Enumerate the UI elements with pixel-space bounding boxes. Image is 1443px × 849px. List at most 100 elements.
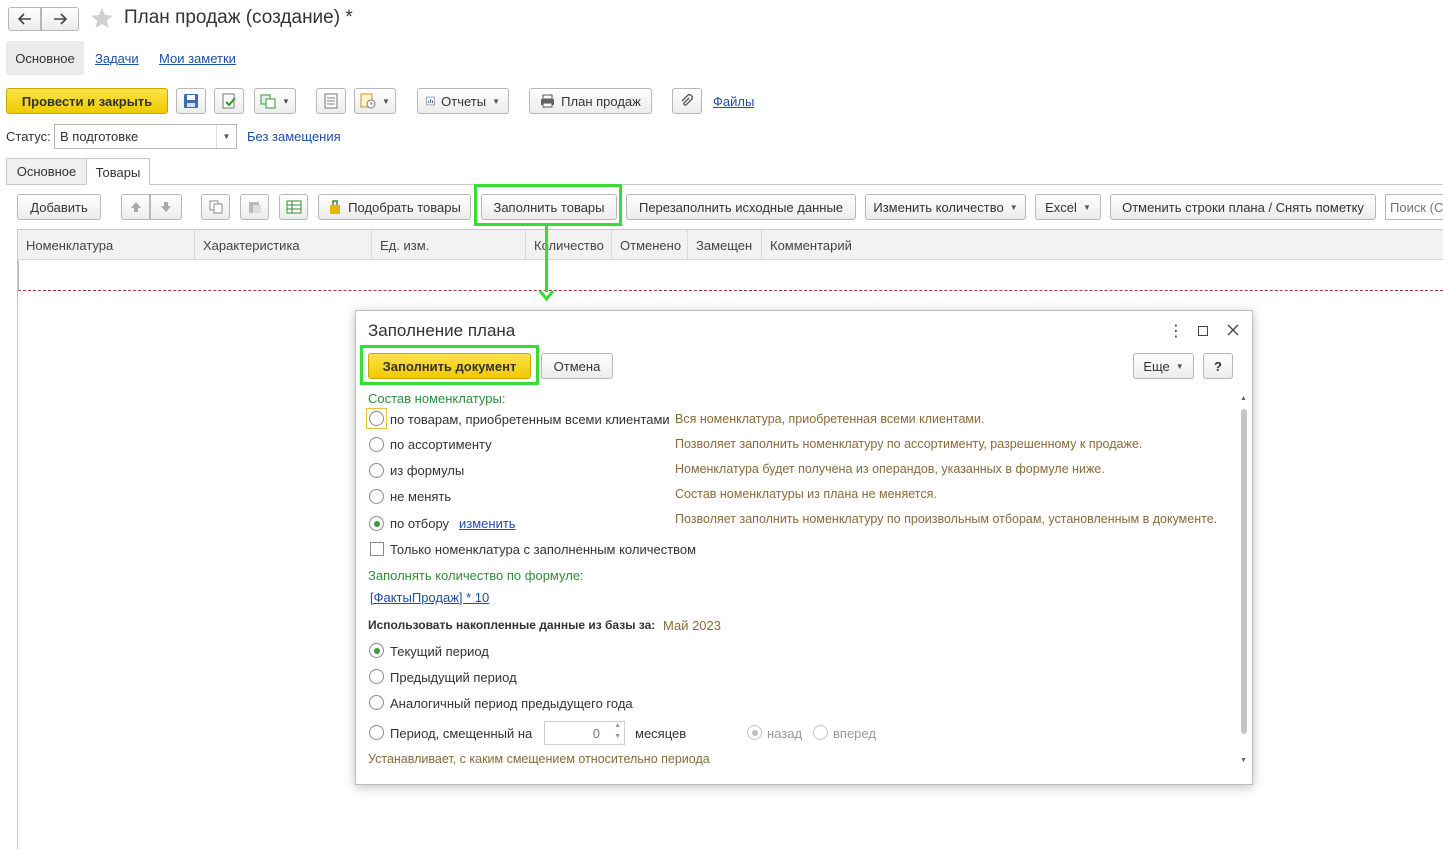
pick-goods-button[interactable]: Подобрать товары	[318, 194, 471, 220]
paste-button[interactable]	[240, 194, 269, 220]
tab-tasks[interactable]: Задачи	[95, 51, 139, 66]
current-period-label[interactable]: Текущий период	[390, 644, 489, 659]
files-link[interactable]: Файлы	[713, 94, 754, 109]
scrollbar-thumb[interactable]	[1241, 409, 1247, 734]
change-filter-link[interactable]: изменить	[459, 516, 516, 531]
cancel-button[interactable]: Отмена	[541, 353, 613, 379]
post-button[interactable]	[214, 88, 244, 114]
paste-icon	[248, 200, 262, 214]
radio-all-clients[interactable]	[369, 411, 384, 426]
change-quantity-button[interactable]: Изменить количество ▼	[865, 194, 1026, 220]
previous-period-label[interactable]: Предыдущий период	[390, 670, 517, 685]
fill-goods-highlight	[474, 184, 622, 226]
col-cancelled[interactable]: Отменено	[612, 230, 688, 260]
col-characteristic[interactable]: Характеристика	[195, 230, 372, 260]
option-all-clients-label[interactable]: по товарам, приобретенным всеми клиентам…	[390, 412, 670, 427]
chevron-down-icon: ▼	[1083, 203, 1091, 212]
save-icon	[183, 93, 199, 109]
back-label[interactable]: назад	[767, 726, 802, 741]
excel-label: Excel	[1045, 200, 1077, 215]
report-icon	[426, 94, 435, 108]
status-value: В подготовке	[55, 129, 216, 144]
radio-assortment[interactable]	[369, 437, 384, 452]
radio-same-period-last-year[interactable]	[369, 695, 384, 710]
post-and-close-button[interactable]: Провести и закрыть	[6, 88, 168, 114]
more-menu-icon[interactable]: ⋮	[1168, 321, 1184, 341]
tab-main[interactable]: Основное	[6, 158, 87, 184]
printer-icon	[540, 94, 555, 108]
search-input[interactable]	[1385, 194, 1443, 220]
forward-button[interactable]	[41, 7, 79, 31]
create-based-on-button[interactable]: ▼	[254, 88, 296, 114]
save-button[interactable]	[176, 88, 206, 114]
move-up-button[interactable]	[121, 194, 150, 220]
radio-no-change[interactable]	[369, 489, 384, 504]
close-icon[interactable]	[1227, 324, 1239, 336]
radio-by-filter[interactable]	[369, 516, 384, 531]
radio-dot	[752, 730, 758, 736]
stepper-down-icon[interactable]: ▼	[614, 733, 621, 740]
favorite-star-icon[interactable]	[90, 6, 114, 30]
option-formula-label[interactable]: из формулы	[390, 463, 464, 478]
add-button[interactable]: Добавить	[17, 194, 101, 220]
no-substitution-link[interactable]: Без замещения	[247, 129, 341, 144]
tab-goods[interactable]: Товары	[86, 158, 150, 185]
shift-stepper[interactable]: 0 ▲ ▼	[544, 721, 625, 745]
shifted-period-label[interactable]: Период, смещенный на	[390, 726, 532, 741]
excel-button[interactable]: Excel ▼	[1035, 194, 1101, 220]
document-journal-button[interactable]	[316, 88, 346, 114]
table-row[interactable]	[18, 261, 1443, 291]
print-sales-plan-button[interactable]: План продаж	[529, 88, 652, 114]
chevron-down-icon: ▼	[382, 97, 390, 106]
history-icon	[360, 93, 376, 109]
reports-label: Отчеты	[441, 94, 486, 109]
pick-goods-label: Подобрать товары	[348, 200, 461, 215]
col-nomenclature[interactable]: Номенклатура	[18, 230, 195, 260]
scrollbar-up-icon[interactable]: ▲	[1240, 395, 1247, 402]
status-select[interactable]: В подготовке ▼	[54, 124, 237, 149]
radio-previous-period[interactable]	[369, 669, 384, 684]
forward-label[interactable]: вперед	[833, 726, 876, 741]
radio-current-period[interactable]	[369, 643, 384, 658]
page-title: План продаж (создание) *	[124, 7, 353, 29]
radio-back[interactable]	[747, 725, 762, 740]
attach-button[interactable]	[672, 88, 702, 114]
tab-notes[interactable]: Мои заметки	[159, 51, 236, 66]
radio-dot	[374, 521, 380, 527]
option-formula-desc: Номенклатура будет получена из операндов…	[675, 462, 1105, 476]
help-button[interactable]: ?	[1203, 353, 1233, 379]
history-button[interactable]: ▼	[354, 88, 396, 114]
move-down-button[interactable]	[150, 194, 182, 220]
col-replaced[interactable]: Замещен	[688, 230, 762, 260]
refill-source-data-button[interactable]: Перезаполнить исходные данные	[626, 194, 856, 220]
back-button[interactable]	[8, 7, 41, 31]
maximize-icon[interactable]	[1198, 326, 1208, 336]
stepper-up-icon[interactable]: ▲	[614, 722, 621, 729]
radio-formula[interactable]	[369, 463, 384, 478]
more-button[interactable]: Еще ▼	[1133, 353, 1194, 379]
tab-main-active[interactable]: Основное	[6, 41, 84, 75]
chevron-down-icon[interactable]: ▼	[216, 125, 236, 148]
option-by-filter-label[interactable]: по отбору	[390, 516, 449, 531]
reports-button[interactable]: Отчеты ▼	[417, 88, 509, 114]
spreadsheet-button[interactable]	[279, 194, 308, 220]
col-unit[interactable]: Ед. изм.	[372, 230, 526, 260]
radio-shifted-period[interactable]	[369, 725, 384, 740]
radio-forward[interactable]	[813, 725, 828, 740]
formula-link[interactable]: [ФактыПродаж] * 10	[370, 590, 489, 605]
chevron-down-icon: ▼	[492, 97, 500, 106]
copy-row-button[interactable]	[201, 194, 230, 220]
tab-main-label: Основное	[15, 51, 75, 66]
only-filled-qty-label[interactable]: Только номенклатура с заполненным количе…	[390, 542, 696, 557]
same-period-last-year-label[interactable]: Аналогичный период предыдущего года	[390, 696, 633, 711]
col-comment[interactable]: Комментарий	[762, 230, 1443, 260]
fill-plan-dialog: Заполнение плана ⋮ Заполнить документ От…	[355, 310, 1253, 785]
col-quantity[interactable]: Количество	[526, 230, 612, 260]
only-filled-qty-checkbox[interactable]	[370, 542, 384, 556]
option-assortment-label[interactable]: по ассортименту	[390, 437, 492, 452]
cancel-plan-rows-button[interactable]: Отменить строки плана / Снять пометку	[1110, 194, 1376, 220]
scrollbar-down-icon[interactable]: ▼	[1240, 757, 1247, 764]
option-no-change-label[interactable]: не менять	[390, 489, 451, 504]
scrollbar[interactable]: ▲ ▼	[1239, 395, 1249, 767]
connector-line	[545, 226, 548, 292]
